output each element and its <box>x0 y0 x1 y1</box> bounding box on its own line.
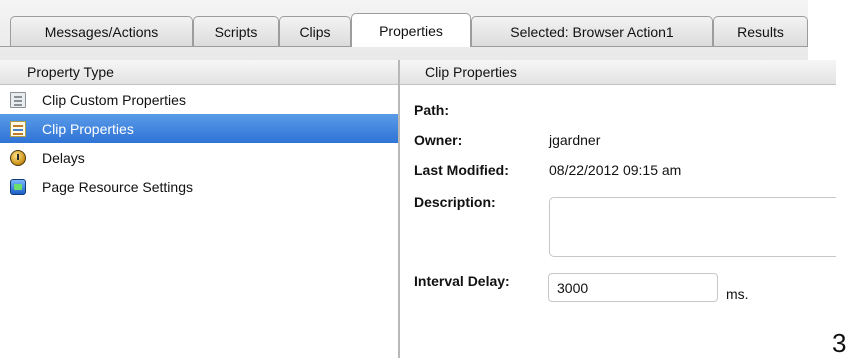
list-item-label: Clip Properties <box>42 120 134 137</box>
right-edge <box>836 60 853 358</box>
list-item-label: Page Resource Settings <box>42 178 193 195</box>
owner-label: Owner: <box>414 132 463 148</box>
list-item-clip-custom-properties[interactable]: Clip Custom Properties <box>0 85 398 114</box>
last-modified-value: 08/22/2012 09:15 am <box>549 162 682 178</box>
page-resource-icon <box>10 178 26 195</box>
note-list-icon <box>10 120 26 137</box>
tab-scripts[interactable]: Scripts <box>193 16 279 46</box>
list-item-label: Clip Custom Properties <box>42 91 186 108</box>
edge-number: 3 <box>832 328 847 358</box>
owner-value: jgardner <box>549 132 601 148</box>
property-type-header: Property Type <box>0 60 398 85</box>
path-label: Path: <box>414 102 449 118</box>
tab-properties[interactable]: Properties <box>351 13 471 47</box>
interval-delay-label: Interval Delay: <box>414 273 510 289</box>
clip-properties-header: Clip Properties <box>400 60 836 85</box>
clip-properties-pane: Clip Properties Path: Owner: jgardner La… <box>400 60 849 358</box>
last-modified-label: Last Modified: <box>414 162 509 178</box>
description-field[interactable] <box>549 197 849 257</box>
description-label: Description: <box>414 194 496 210</box>
tab-clips[interactable]: Clips <box>279 16 351 46</box>
list-item-label: Delays <box>42 149 85 166</box>
list-item-delays[interactable]: Delays <box>0 143 398 172</box>
property-type-pane: Property Type Clip Custom Properties Cli… <box>0 60 398 358</box>
clock-icon <box>10 149 26 166</box>
tab-bar: Messages/Actions Scripts Clips Propertie… <box>0 0 853 60</box>
interval-delay-input[interactable] <box>548 273 718 302</box>
tab-messages-actions[interactable]: Messages/Actions <box>10 16 193 46</box>
interval-unit: ms. <box>726 286 749 302</box>
document-icon <box>10 91 26 108</box>
tab-bar-blank <box>808 0 853 60</box>
tab-selected-browser-action[interactable]: Selected: Browser Action1 <box>471 16 713 46</box>
tab-results[interactable]: Results <box>713 16 808 46</box>
list-item-page-resource-settings[interactable]: Page Resource Settings <box>0 172 398 201</box>
list-item-clip-properties[interactable]: Clip Properties <box>0 114 398 143</box>
